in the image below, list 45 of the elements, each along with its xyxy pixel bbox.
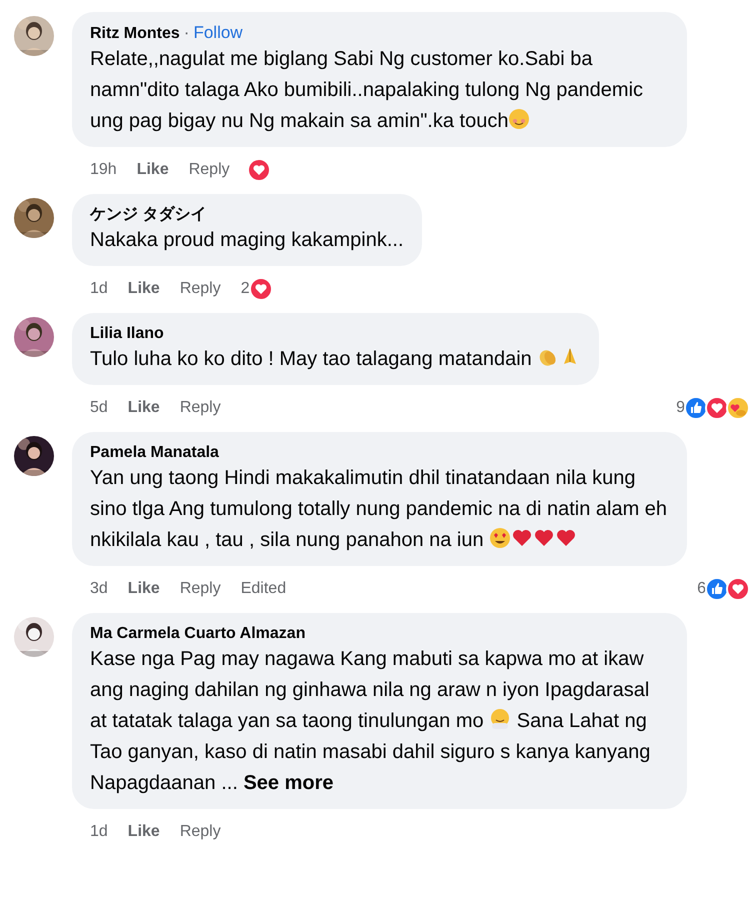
heart-emoji-icon [533, 527, 556, 549]
like-reaction-icon[interactable] [705, 577, 729, 601]
author-name[interactable]: Ma Carmela Cuarto Almazan [90, 625, 306, 642]
like-link[interactable]: Like [128, 277, 160, 301]
see-more-link[interactable]: See more [243, 772, 334, 794]
reaction-count[interactable]: 6 [697, 577, 706, 601]
author-name[interactable]: Pamela Manatala [90, 444, 219, 461]
reply-link[interactable]: Reply [180, 396, 221, 420]
like-link[interactable]: Like [128, 577, 160, 601]
heart-emoji-icon [555, 527, 578, 549]
timestamp[interactable]: 5d [90, 396, 108, 420]
heart-eyes-emoji-icon [489, 527, 512, 549]
love-reaction-icon[interactable] [705, 396, 729, 420]
love-reaction-icon[interactable] [246, 158, 271, 182]
timestamp[interactable]: 1d [90, 277, 108, 301]
like-link[interactable]: Like [128, 396, 160, 420]
comment-text: Tulo luha ko ko dito ! May tao talagang matandain [90, 344, 582, 375]
timestamp[interactable]: 3d [90, 577, 108, 601]
love-reaction-icon[interactable] [726, 577, 750, 601]
like-reaction-icon[interactable] [684, 396, 708, 420]
reaction-count[interactable]: 2 [240, 277, 250, 301]
author-name[interactable]: Ritz Montes [90, 25, 180, 42]
blush-emoji-icon [508, 108, 530, 130]
reply-link[interactable]: Reply [180, 820, 221, 844]
hug-emoji-icon [489, 708, 512, 730]
heart-emoji-icon [511, 527, 534, 549]
reply-link[interactable]: Reply [188, 158, 230, 182]
comment-text: Kase nga Pag may nagawa Kang mabuti sa kapwa mo at ikaw ang naging dahilan ng ginhawa nila ng araw n iyon Ipagdarasal at tatatak talaga yan sa taong tinulungan mo Sana Lahat ng Tao ganyan, kaso di natin masabi dahil siguro s kanya kanyang Napagdaanan ... See more [90, 647, 652, 796]
edited-label: Edited [240, 579, 286, 599]
reply-link[interactable]: Reply [180, 277, 221, 301]
reaction-count[interactable]: 9 [676, 396, 685, 420]
timestamp[interactable]: 1d [90, 820, 108, 844]
author-name[interactable]: ケンジ タダシイ [90, 206, 206, 223]
comment-text: Yan ung taong Hindi makakalimutin dhil tinatandaan nila kung sino tlga Ang tumulong totally nung pandemic na di natin alam eh nkikilala kau , tau , sila nung panahon na iun [90, 466, 668, 553]
timestamp[interactable]: 19h [90, 158, 117, 182]
like-link[interactable]: Like [128, 820, 160, 844]
follow-link[interactable]: Follow [193, 23, 243, 42]
love-reaction-icon[interactable] [248, 277, 273, 301]
care-reaction-icon[interactable] [726, 396, 750, 420]
like-link[interactable]: Like [136, 158, 169, 182]
reply-link[interactable]: Reply [180, 577, 221, 601]
comment-text: Relate,,nagulat me biglang Sabi Ng customer ko.Sabi ba namn"dito talaga Ako bumibili..napalaking tulong Ng pandemic ung pag bigay nu Ng makain sa amin".ka touch [90, 47, 644, 134]
comment-text: Nakaka proud maging kakampink... [90, 228, 404, 253]
author-name[interactable]: Lilia Ilano [90, 325, 164, 342]
separator-dot: · [184, 23, 190, 42]
